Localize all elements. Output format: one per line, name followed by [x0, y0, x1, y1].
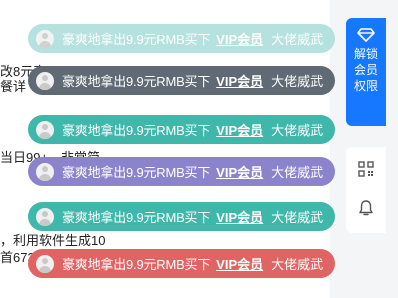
- vip-link[interactable]: VIP会员: [216, 29, 263, 48]
- banner-message: 豪爽地拿出9.9元RMB买下: [62, 74, 211, 89]
- background-text-2: 餐详: [0, 79, 27, 94]
- qr-code-icon[interactable]: [358, 161, 374, 177]
- banner-tail: 大佬威武: [271, 74, 324, 89]
- vip-banner: 豪爽地拿出9.9元RMB买下 VIP会员 大佬威武: [28, 115, 335, 144]
- unlock-vip-button[interactable]: 解锁会员权限: [346, 18, 386, 126]
- diamond-icon: [357, 28, 375, 42]
- background-text-4: ，利用软件生成10: [0, 233, 106, 248]
- banner-message: 豪爽地拿出9.9元RMB买下: [62, 32, 211, 47]
- banner-tail: 大佬威武: [271, 257, 324, 272]
- vip-banner: 豪爽地拿出9.9元RMB买下 VIP会员 大佬威武: [28, 202, 335, 231]
- banner-tail: 大佬威武: [271, 210, 324, 225]
- avatar: [36, 254, 54, 273]
- vip-banner: 豪爽地拿出9.9元RMB买下 VIP会员 大佬威武: [28, 24, 335, 53]
- banner-message: 豪爽地拿出9.9元RMB买下: [62, 210, 211, 225]
- avatar: [36, 120, 54, 139]
- vip-banner: 豪爽地拿出9.9元RMB买下 VIP会员 大佬威武: [28, 157, 335, 186]
- banner-message: 豪爽地拿出9.9元RMB买下: [62, 257, 211, 272]
- banner-message: 豪爽地拿出9.9元RMB买下: [62, 123, 211, 138]
- avatar: [36, 29, 54, 48]
- avatar: [36, 207, 54, 226]
- vip-banner: 豪爽地拿出9.9元RMB买下 VIP会员 大佬威武: [28, 66, 335, 95]
- vip-link[interactable]: VIP会员: [216, 120, 263, 139]
- banner-message: 豪爽地拿出9.9元RMB买下: [62, 165, 211, 180]
- bell-icon[interactable]: [358, 199, 374, 217]
- vip-banner: 豪爽地拿出9.9元RMB买下 VIP会员 大佬威武: [28, 249, 335, 278]
- unlock-vip-label: 解锁会员权限: [353, 47, 378, 93]
- avatar: [36, 162, 54, 181]
- vip-link[interactable]: VIP会员: [216, 71, 263, 90]
- vip-link[interactable]: VIP会员: [216, 207, 263, 226]
- banner-tail: 大佬威武: [271, 165, 324, 180]
- banner-tail: 大佬威武: [271, 123, 324, 138]
- banner-tail: 大佬威武: [271, 32, 324, 47]
- avatar: [36, 71, 54, 90]
- vip-link[interactable]: VIP会员: [216, 254, 263, 273]
- vip-link[interactable]: VIP会员: [216, 162, 263, 181]
- tool-card: [346, 147, 386, 233]
